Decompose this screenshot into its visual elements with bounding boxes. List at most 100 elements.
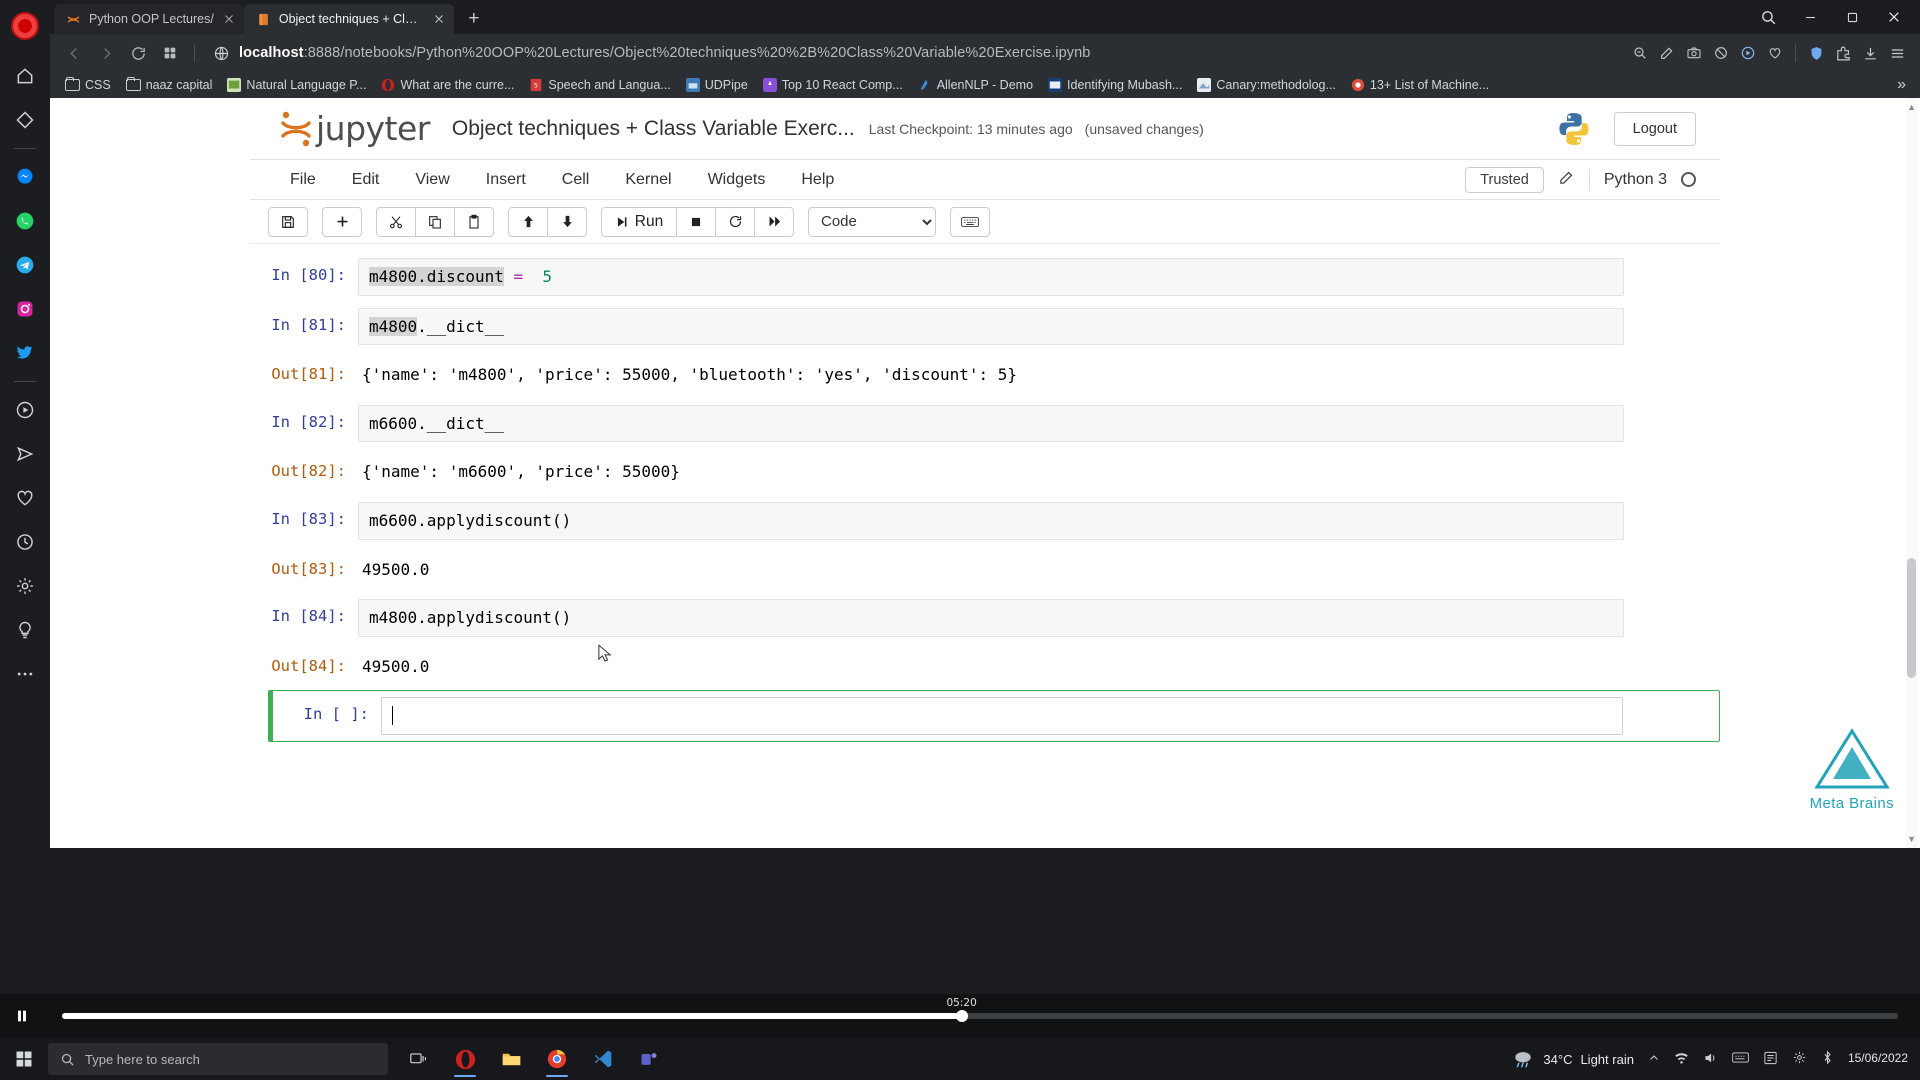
bookmark-item[interactable]: Top 10 React Comp... — [756, 76, 910, 94]
speed-dial-button[interactable] — [156, 40, 184, 66]
scrollbar-thumb[interactable] — [1907, 558, 1916, 678]
cell-input[interactable]: m6600.__dict__ — [358, 404, 1624, 443]
video-progress-knob[interactable] — [955, 1010, 968, 1022]
sidebar-home[interactable] — [10, 61, 40, 91]
notes-icon[interactable] — [1763, 1051, 1778, 1068]
bookmark-item[interactable]: CSS — [58, 76, 118, 94]
menu-view[interactable]: View — [397, 163, 467, 197]
copy-cell-button[interactable] — [415, 206, 455, 237]
scroll-down-arrow-icon[interactable]: ▼ — [1907, 834, 1916, 844]
forward-button[interactable] — [92, 40, 120, 66]
browser-tab-0[interactable]: Python OOP Lectures/ — [54, 4, 244, 34]
cell-type-select[interactable]: Code — [808, 206, 936, 237]
cell-input[interactable]: m4800.applydiscount() — [358, 599, 1624, 637]
snapshot-icon[interactable] — [1681, 40, 1707, 66]
logout-button[interactable]: Logout — [1613, 111, 1696, 146]
menu-insert[interactable]: Insert — [468, 163, 544, 197]
bluetooth-icon[interactable] — [1821, 1050, 1834, 1068]
menu-widgets[interactable]: Widgets — [690, 163, 784, 197]
download-icon[interactable] — [1857, 40, 1883, 66]
bookmark-item[interactable]: 13+ List of Machine... — [1344, 76, 1496, 94]
opera-logo-icon[interactable] — [11, 12, 39, 40]
bookmark-item[interactable]: Canary:methodolog... — [1190, 76, 1343, 94]
pencil-icon[interactable] — [1558, 169, 1575, 191]
cookie-block-icon[interactable] — [1708, 40, 1734, 66]
sidebar-settings[interactable] — [10, 571, 40, 601]
code-cell[interactable]: In [80]: m4800.discount = 5 — [250, 252, 1720, 302]
volume-icon[interactable] — [1703, 1051, 1718, 1068]
menu-cell[interactable]: Cell — [544, 163, 608, 197]
taskbar-teams[interactable] — [628, 1040, 670, 1078]
cell-input[interactable]: m4800.__dict__ — [358, 307, 1624, 346]
save-button[interactable] — [268, 206, 308, 237]
sidebar-history[interactable] — [10, 527, 40, 557]
sidebar-workspace-1[interactable] — [10, 105, 40, 135]
search-in-page-icon[interactable] — [1627, 40, 1653, 66]
address-bar[interactable]: localhost:8888/notebooks/Python%20OOP%20… — [205, 39, 1623, 67]
code-cell[interactable]: In [82]: m6600.__dict__ — [250, 399, 1720, 449]
bookmark-item[interactable]: UDPipe — [679, 76, 755, 94]
restart-kernel-button[interactable] — [715, 206, 755, 237]
sidebar-instagram[interactable] — [10, 294, 40, 324]
code-cell-selected[interactable]: In [ ]: — [268, 690, 1720, 742]
taskbar-explorer[interactable] — [490, 1040, 532, 1078]
extensions-icon[interactable] — [1830, 40, 1856, 66]
insert-cell-below-button[interactable] — [322, 206, 362, 237]
sidebar-twitter[interactable] — [10, 338, 40, 368]
sidebar-messenger[interactable] — [10, 162, 40, 192]
new-tab-button[interactable]: + — [460, 5, 488, 33]
close-icon[interactable] — [222, 12, 236, 26]
run-button[interactable]: Run — [601, 206, 677, 237]
bookmark-item[interactable]: Identifying Mubash... — [1041, 76, 1189, 94]
paste-cell-button[interactable] — [454, 206, 494, 237]
taskbar-chrome[interactable] — [536, 1040, 578, 1078]
sidebar-send[interactable] — [10, 439, 40, 469]
menu-help[interactable]: Help — [783, 163, 852, 197]
reload-button[interactable] — [124, 40, 152, 66]
maximize-icon[interactable] — [1832, 2, 1872, 32]
menu-edit[interactable]: Edit — [334, 163, 398, 197]
bookmark-item[interactable]: 5 Speech and Langua... — [522, 76, 677, 94]
keyboard-layout-icon[interactable] — [1732, 1051, 1749, 1067]
bookmark-item[interactable]: Natural Language P... — [220, 76, 373, 94]
sidebar-tips[interactable] — [10, 615, 40, 645]
minimize-icon[interactable] — [1790, 2, 1830, 32]
menu-kernel[interactable]: Kernel — [607, 163, 689, 197]
menu-icon[interactable] — [1884, 40, 1910, 66]
heart-icon[interactable] — [1762, 40, 1788, 66]
page-scrollbar[interactable]: ▲ ▼ — [1906, 98, 1918, 848]
settings-icon[interactable] — [1792, 1050, 1807, 1068]
network-icon[interactable] — [1674, 1051, 1689, 1068]
pause-button[interactable] — [0, 994, 44, 1038]
code-cell[interactable]: In [83]: m6600.applydiscount() — [250, 496, 1720, 546]
bookmarks-overflow-button[interactable]: » — [1891, 76, 1912, 94]
jupyter-logo[interactable]: jupyter — [278, 109, 430, 149]
restart-and-run-all-button[interactable] — [754, 206, 794, 237]
sidebar-player[interactable] — [10, 395, 40, 425]
weather-widget[interactable]: 34°C Light rain — [1511, 1049, 1634, 1069]
code-cell[interactable]: In [84]: m4800.applydiscount() — [250, 593, 1720, 643]
sidebar-more[interactable] — [10, 659, 40, 689]
chevron-up-icon[interactable] — [1648, 1052, 1660, 1067]
sidebar-favorites[interactable] — [10, 483, 40, 513]
search-icon[interactable] — [1748, 2, 1788, 32]
video-progress-track[interactable]: 05:20 — [62, 997, 1898, 1022]
bookmark-item[interactable]: AllenNLP - Demo — [911, 76, 1040, 94]
cell-input-active[interactable] — [381, 697, 1623, 735]
start-button[interactable] — [0, 1038, 48, 1080]
taskbar-search-box[interactable]: Type here to search — [48, 1043, 388, 1075]
bookmark-item[interactable]: naaz capital — [119, 76, 220, 94]
keyboard-shortcuts-button[interactable] — [950, 206, 990, 237]
menu-file[interactable]: File — [272, 163, 334, 197]
cell-input[interactable]: m4800.discount = 5 — [358, 258, 1624, 296]
cell-input[interactable]: m6600.applydiscount() — [358, 501, 1624, 540]
edit-icon[interactable] — [1654, 40, 1680, 66]
taskbar-opera[interactable] — [444, 1040, 486, 1078]
sidebar-whatsapp[interactable] — [10, 206, 40, 236]
close-icon[interactable] — [432, 12, 446, 26]
taskbar-vscode[interactable] — [582, 1040, 624, 1078]
move-cell-down-button[interactable] — [547, 206, 587, 237]
task-view-button[interactable] — [398, 1040, 440, 1078]
notebook-title[interactable]: Object techniques + Class Variable Exerc… — [452, 117, 855, 141]
bookmark-item[interactable]: What are the curre... — [374, 76, 521, 94]
